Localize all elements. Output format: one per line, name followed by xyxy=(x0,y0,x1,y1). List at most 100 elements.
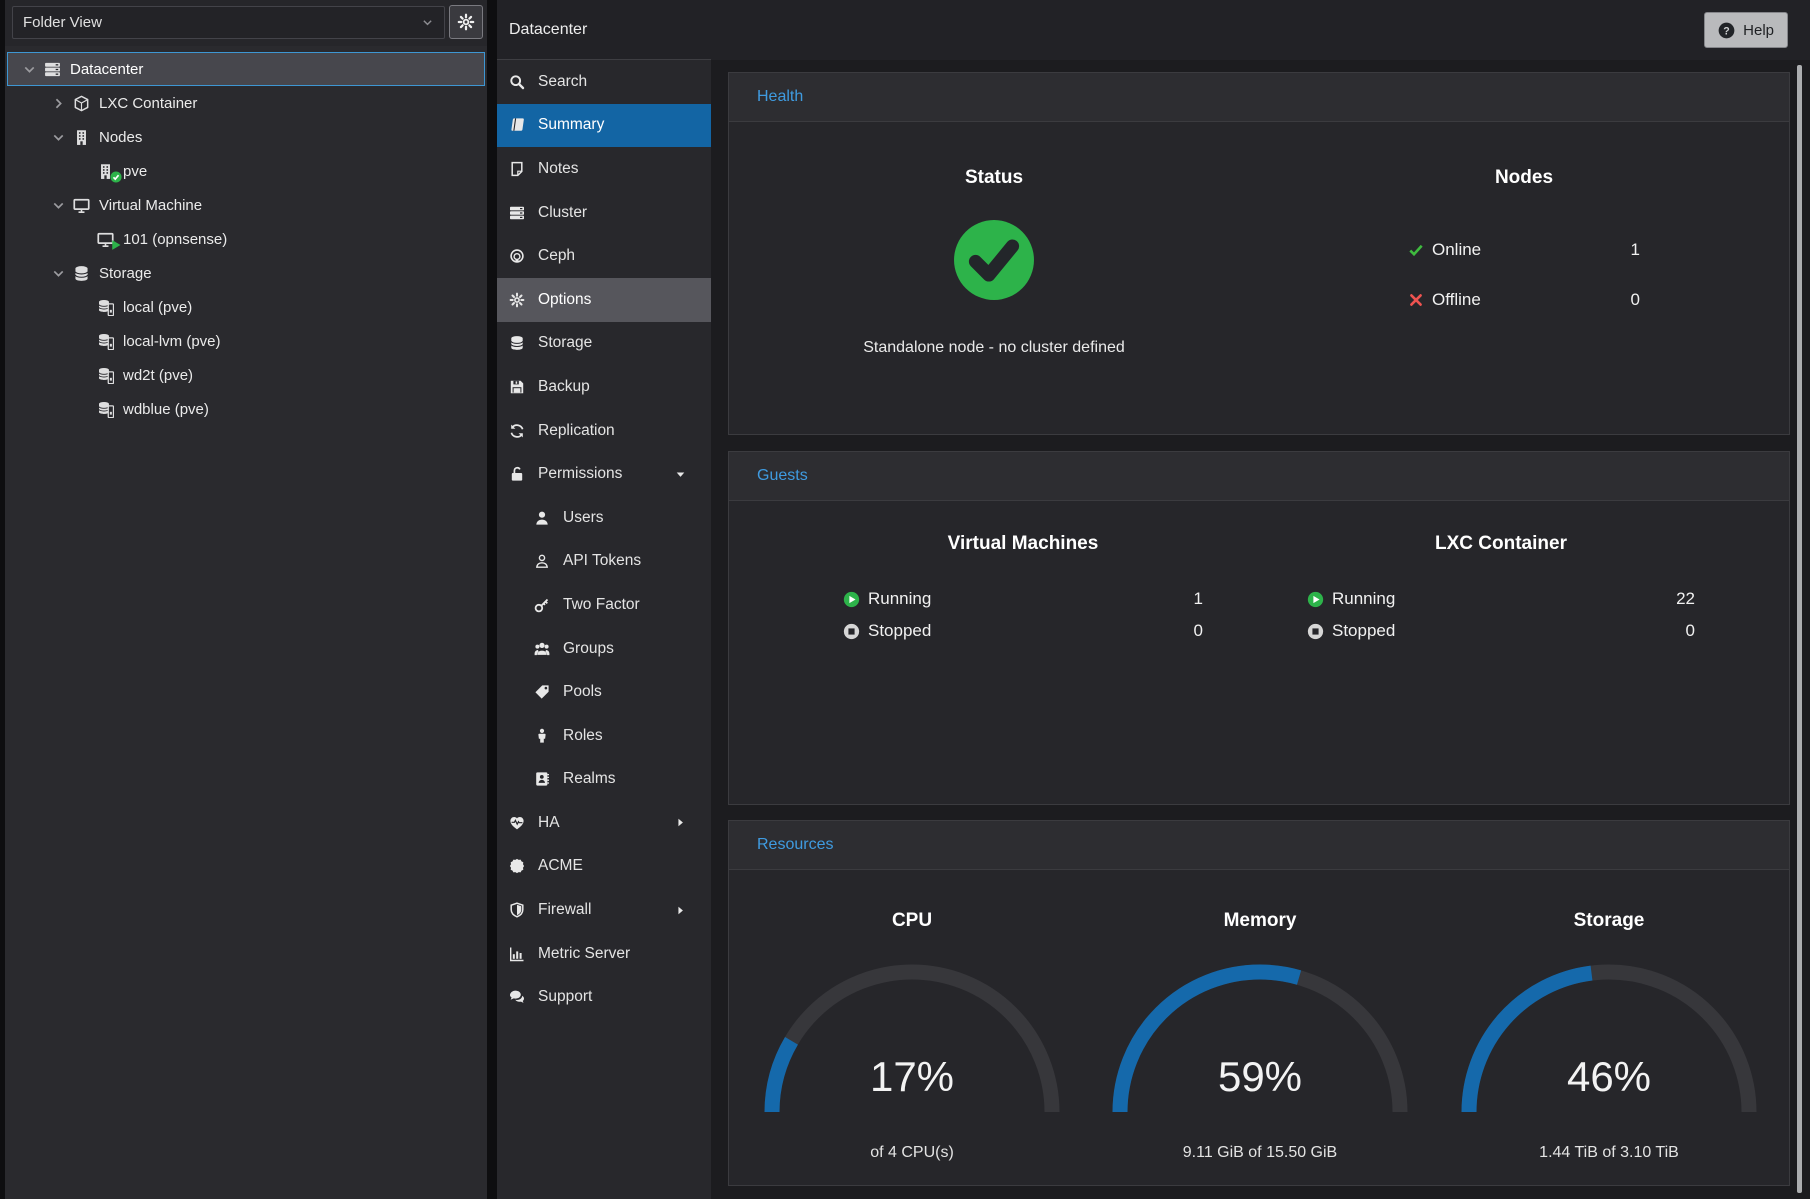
tree-item-lxc-container[interactable]: LXC Container xyxy=(7,86,485,120)
pools-tag-icon xyxy=(534,684,550,700)
menu-item-notes[interactable]: Notes xyxy=(497,147,711,191)
menu-item-pools[interactable]: Pools xyxy=(497,670,711,714)
menu-item-permissions[interactable]: Permissions xyxy=(497,452,711,496)
gauge-percent: 17% xyxy=(752,1053,1072,1101)
acme-seal-icon xyxy=(509,858,525,874)
status-row-label: Offline xyxy=(1432,290,1481,310)
menu-item-label: Backup xyxy=(538,378,590,396)
tree-item-wd2t-pve[interactable]: wd2t (pve) xyxy=(7,358,485,392)
tree-item-label: 101 (opnsense) xyxy=(123,231,227,248)
menu-item-backup[interactable]: Backup xyxy=(497,365,711,409)
menu-item-metric-server[interactable]: Metric Server xyxy=(497,932,711,976)
status-row-online: Online 1 xyxy=(1408,235,1640,265)
guest-column-virtual-machines: Virtual Machines Running 1 Stopped 0 xyxy=(729,501,1259,646)
storage-db-icon xyxy=(509,335,525,351)
status-row-stopped: Stopped 0 xyxy=(1307,616,1695,646)
tree-item-local-pve[interactable]: local (pve) xyxy=(7,290,485,324)
menu-item-firewall[interactable]: Firewall xyxy=(497,888,711,932)
menu-item-api-tokens[interactable]: API Tokens xyxy=(497,540,711,584)
node-online-badge-icon xyxy=(110,171,122,183)
menu-item-users[interactable]: Users xyxy=(497,496,711,540)
building-icon xyxy=(73,129,90,146)
gauge-storage: Storage 46% 1.44 TiB of 3.10 TiB xyxy=(1449,910,1769,1127)
stop-badge-icon xyxy=(1307,623,1324,640)
chevron-down-icon[interactable] xyxy=(22,62,37,77)
menu-item-label: Search xyxy=(538,73,587,91)
tree-item-nodes[interactable]: Nodes xyxy=(7,120,485,154)
gear-icon xyxy=(457,13,475,31)
help-button-label: Help xyxy=(1743,22,1774,39)
summary-content: Health Status Standalone node - no clust… xyxy=(711,60,1810,1199)
menu-item-acme[interactable]: ACME xyxy=(497,845,711,889)
status-row-label: Running xyxy=(868,589,931,609)
help-button[interactable]: ? Help xyxy=(1704,12,1788,48)
nodes-status-column: Nodes Online 1 Offline 0 xyxy=(1259,122,1789,357)
chevron-down-icon[interactable] xyxy=(51,198,66,213)
gauge-percent: 46% xyxy=(1449,1053,1769,1101)
content-scrollbar[interactable] xyxy=(1797,65,1802,1193)
tree-item-wdblue-pve[interactable]: wdblue (pve) xyxy=(7,392,485,426)
realms-address-book-icon xyxy=(534,771,550,787)
tree-toolbar: Folder View xyxy=(5,0,487,46)
datacenter-menu: Search Summary Notes Cluster Ceph Option… xyxy=(497,60,711,1199)
menu-item-storage[interactable]: Storage xyxy=(497,322,711,366)
status-row-stopped: Stopped 0 xyxy=(843,616,1203,646)
view-selector-combo[interactable]: Folder View xyxy=(12,6,445,39)
menu-item-label: Support xyxy=(538,988,592,1006)
building-icon xyxy=(97,163,114,180)
tree-item-label: local (pve) xyxy=(123,299,192,316)
menu-item-summary[interactable]: Summary xyxy=(497,104,711,148)
menu-item-two-factor[interactable]: Two Factor xyxy=(497,583,711,627)
tree-item-storage[interactable]: Storage xyxy=(7,256,485,290)
question-circle-icon: ? xyxy=(1718,22,1735,39)
menu-item-support[interactable]: Support xyxy=(497,975,711,1019)
page-title: Datacenter xyxy=(509,0,587,60)
roles-person-icon xyxy=(534,728,550,744)
api-user-outline-icon xyxy=(534,553,550,569)
menu-item-options[interactable]: Options xyxy=(497,278,711,322)
menu-item-label: Summary xyxy=(538,116,604,134)
menu-item-cluster[interactable]: Cluster xyxy=(497,191,711,235)
tree-settings-button[interactable] xyxy=(449,5,483,39)
firewall-shield-icon xyxy=(509,902,525,918)
notes-icon xyxy=(509,161,525,177)
tree-item-label: wdblue (pve) xyxy=(123,401,209,418)
resources-panel: Resources CPU 17% of 4 CPU(s) Memory 59%… xyxy=(728,820,1790,1186)
tree-item-virtual-machine[interactable]: Virtual Machine xyxy=(7,188,485,222)
chevron-right-icon[interactable] xyxy=(51,96,66,111)
chevron-down-icon[interactable] xyxy=(51,130,66,145)
search-icon xyxy=(509,74,525,90)
menu-item-label: Realms xyxy=(563,770,616,788)
menu-item-realms[interactable]: Realms xyxy=(497,758,711,802)
status-row-value: 1 xyxy=(1194,589,1203,609)
menu-item-ha[interactable]: HA xyxy=(497,801,711,845)
menu-item-label: Groups xyxy=(563,640,614,658)
svg-text:?: ? xyxy=(1723,25,1729,37)
menu-item-ceph[interactable]: Ceph xyxy=(497,234,711,278)
guest-column-heading: LXC Container xyxy=(1307,533,1695,555)
status-row-offline: Offline 0 xyxy=(1408,285,1640,315)
db-drive-icon xyxy=(97,367,114,384)
menu-item-replication[interactable]: Replication xyxy=(497,409,711,453)
menu-item-roles[interactable]: Roles xyxy=(497,714,711,758)
guests-panel: Guests Virtual Machines Running 1 Stoppe… xyxy=(728,451,1790,805)
cluster-status-column: Status Standalone node - no cluster defi… xyxy=(729,122,1259,357)
menu-item-label: HA xyxy=(538,814,560,832)
groups-users-icon xyxy=(534,641,550,657)
menu-item-groups[interactable]: Groups xyxy=(497,627,711,671)
play-badge-icon xyxy=(843,591,860,608)
tree-item-label: Virtual Machine xyxy=(99,197,202,214)
tree-item-datacenter[interactable]: Datacenter xyxy=(7,52,485,86)
tree-item-pve[interactable]: pve xyxy=(7,154,485,188)
chevron-down-icon[interactable] xyxy=(51,266,66,281)
status-row-running: Running 22 xyxy=(1307,584,1695,614)
tree-item-local-lvm-pve[interactable]: local-lvm (pve) xyxy=(7,324,485,358)
gauge-heading: Storage xyxy=(1449,910,1769,932)
status-row-label: Running xyxy=(1332,589,1395,609)
permissions-unlock-icon xyxy=(509,466,525,482)
node-status-rows: Online 1 Offline 0 xyxy=(1408,235,1640,315)
tree-item-101-opnsense[interactable]: 101 (opnsense) xyxy=(7,222,485,256)
view-selector-value: Folder View xyxy=(23,14,102,31)
menu-item-search[interactable]: Search xyxy=(497,60,711,104)
tree-item-label: local-lvm (pve) xyxy=(123,333,221,350)
